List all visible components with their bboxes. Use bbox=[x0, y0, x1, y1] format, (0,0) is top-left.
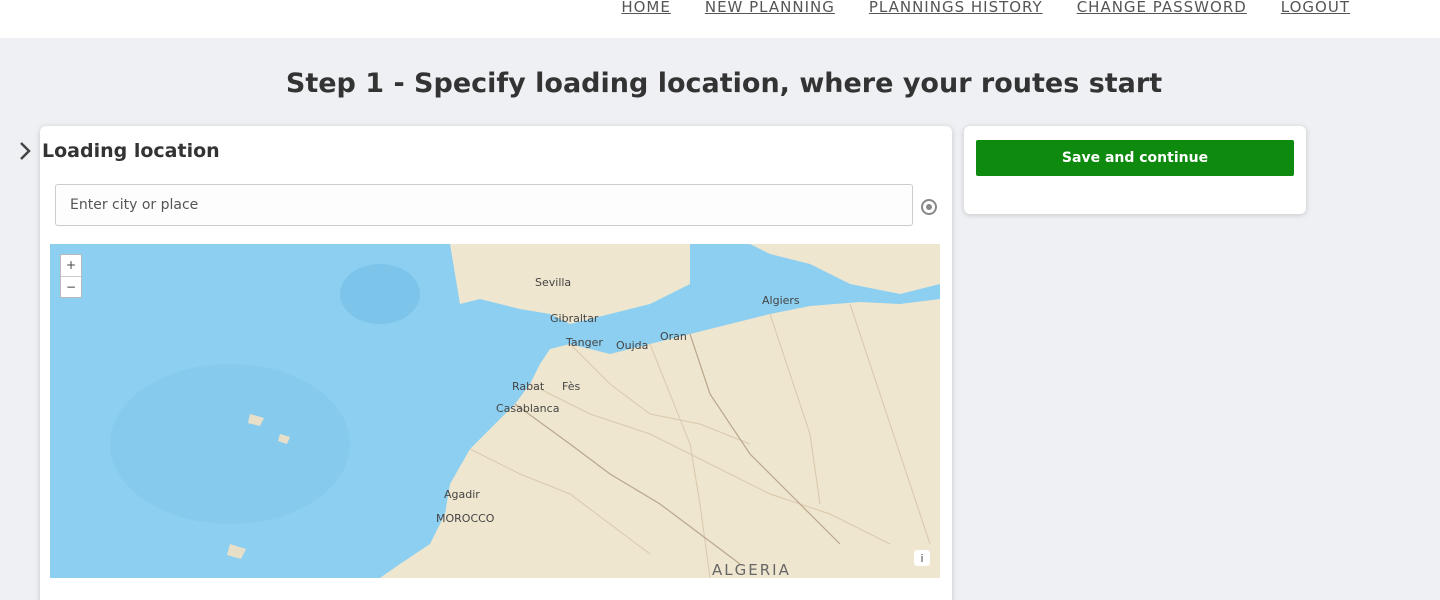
nav-plannings-history-link[interactable]: PLANNINGS HISTORY bbox=[869, 0, 1043, 16]
top-bar: HOME NEW PLANNING PLANNINGS HISTORY CHAN… bbox=[0, 0, 1440, 38]
nav-home-link[interactable]: HOME bbox=[621, 0, 671, 16]
map-city-label: Sevilla bbox=[535, 276, 571, 289]
panel-header[interactable]: Loading location bbox=[18, 140, 220, 162]
locate-icon[interactable] bbox=[920, 198, 938, 216]
nav-change-password-link[interactable]: CHANGE PASSWORD bbox=[1077, 0, 1247, 16]
main-nav: HOME NEW PLANNING PLANNINGS HISTORY CHAN… bbox=[621, 0, 1350, 16]
map-city-label: Agadir bbox=[444, 488, 480, 501]
zoom-in-button[interactable]: + bbox=[61, 255, 81, 276]
map-country-label: ALGERIA bbox=[712, 561, 791, 578]
nav-logout-link[interactable]: LOGOUT bbox=[1281, 0, 1350, 16]
map-view[interactable]: Sevilla Gibraltar Tanger Oujda Oran Algi… bbox=[50, 244, 940, 578]
location-search-input[interactable] bbox=[55, 184, 913, 226]
map-city-label: Casablanca bbox=[496, 402, 559, 415]
map-zoom-control: + − bbox=[60, 254, 82, 298]
nav-new-planning-link[interactable]: NEW PLANNING bbox=[705, 0, 835, 16]
map-city-label: Gibraltar bbox=[550, 312, 599, 325]
save-and-continue-button[interactable]: Save and continue bbox=[976, 140, 1294, 176]
zoom-out-button[interactable]: − bbox=[61, 275, 81, 298]
map-city-label: Oujda bbox=[616, 339, 648, 352]
map-city-label: Fès bbox=[562, 380, 580, 393]
page-title: Step 1 - Specify loading location, where… bbox=[285, 68, 1163, 99]
map-city-label: Algiers bbox=[762, 294, 800, 307]
panel-title: Loading location bbox=[42, 140, 220, 162]
map-city-label: Rabat bbox=[512, 380, 545, 393]
map-city-label: Oran bbox=[660, 330, 687, 343]
map-city-label: Tanger bbox=[565, 336, 603, 349]
map-attribution-button[interactable]: i bbox=[914, 550, 930, 566]
chevron-right-icon[interactable] bbox=[18, 140, 32, 162]
map-canvas[interactable]: Sevilla Gibraltar Tanger Oujda Oran Algi… bbox=[50, 244, 940, 578]
map-city-label: MOROCCO bbox=[436, 512, 495, 525]
